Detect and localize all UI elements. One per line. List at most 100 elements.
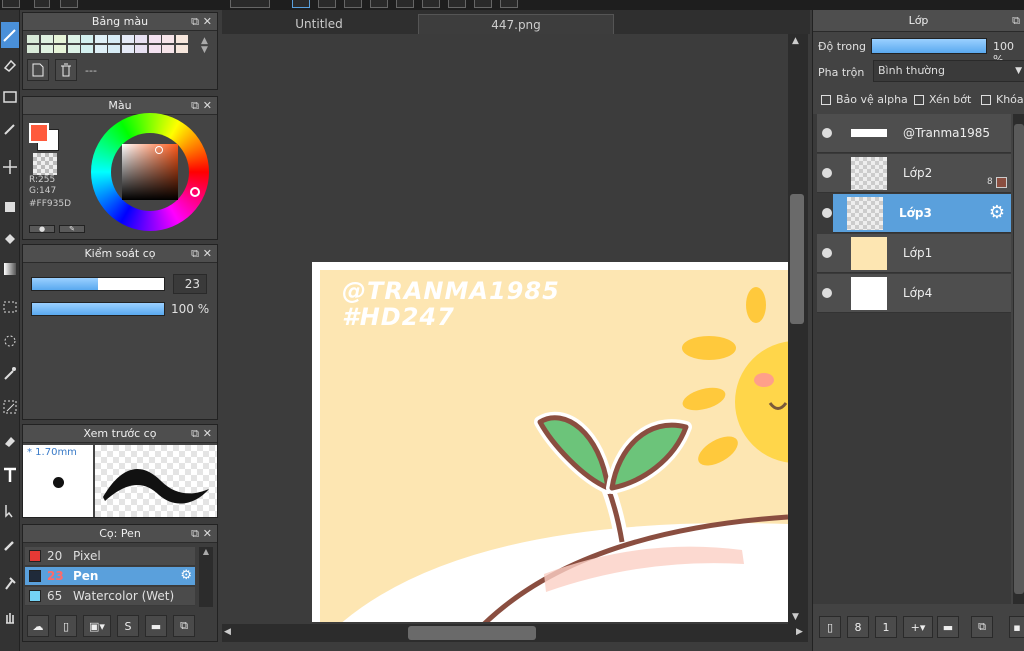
color-mode-button[interactable]: ✎ [59, 225, 85, 233]
select-eraser-icon[interactable] [1, 428, 19, 454]
brush-menu-icon[interactable]: ▣▾ [83, 615, 111, 637]
visibility-eye-icon[interactable] [822, 208, 832, 218]
brush-item[interactable]: 20 Pixel [25, 547, 195, 566]
brush-script-icon[interactable]: S [117, 615, 139, 637]
visibility-eye-icon[interactable] [822, 168, 832, 178]
text-tool-icon[interactable] [1, 462, 19, 488]
close-icon[interactable]: ✕ [203, 245, 212, 263]
saturation-value-square[interactable] [122, 144, 178, 200]
new-palette-icon[interactable] [27, 59, 49, 81]
select-rect-icon[interactable] [1, 294, 19, 320]
layer-opacity-slider[interactable] [871, 38, 987, 54]
palette-swatch[interactable] [148, 35, 161, 43]
new-brush-icon[interactable]: ▯ [55, 615, 77, 637]
visibility-eye-icon[interactable] [822, 288, 832, 298]
scroll-up-icon[interactable]: ▲ [792, 36, 799, 46]
foreground-color-swatch[interactable] [29, 123, 49, 143]
toolbar-button[interactable] [474, 0, 492, 8]
move-tool-icon[interactable] [1, 154, 19, 180]
layer-scroll-thumb[interactable] [1014, 124, 1024, 594]
tab-untitled[interactable]: Untitled [224, 14, 414, 34]
layer-row[interactable]: Lớp1 [817, 234, 1011, 273]
palette-swatch[interactable] [162, 35, 174, 43]
toolbar-button[interactable] [60, 0, 78, 8]
select-pen-icon[interactable] [1, 394, 19, 420]
visibility-eye-icon[interactable] [822, 128, 832, 138]
protect-alpha-checkbox[interactable]: Bảo vệ alpha [821, 93, 908, 106]
delete-palette-icon[interactable] [55, 59, 77, 81]
popout-icon[interactable]: ⧉ [191, 525, 199, 543]
scroll-down-icon[interactable]: ▼ [792, 612, 799, 622]
canvas-vertical-scrollbar[interactable]: ▲ ▼ [788, 34, 808, 624]
hue-picker-handle[interactable] [190, 187, 200, 197]
palette-swatch[interactable] [148, 45, 161, 53]
lasso-tool-icon[interactable] [1, 328, 19, 354]
folder-icon[interactable]: ▬ [937, 616, 959, 638]
eyedropper-icon[interactable] [1, 532, 19, 558]
palette-swatch[interactable] [27, 45, 39, 53]
palette-swatch[interactable] [67, 45, 80, 53]
brush-size-value[interactable]: 23 [173, 274, 207, 294]
palette-swatch[interactable] [175, 35, 188, 43]
close-icon[interactable]: ✕ [203, 97, 212, 115]
popout-icon[interactable]: ⧉ [191, 245, 199, 263]
pen-tool-icon[interactable] [1, 22, 19, 48]
rectangle-tool-icon[interactable] [1, 84, 19, 110]
palette-swatch[interactable] [121, 35, 134, 43]
layer-list-scrollbar[interactable] [1013, 114, 1024, 604]
toolbar-button[interactable] [500, 0, 518, 8]
gradient-tool-icon[interactable] [1, 256, 19, 282]
color-mode-button[interactable]: ● [29, 225, 55, 233]
toolbar-button[interactable] [318, 0, 336, 8]
palette-swatch[interactable] [27, 35, 39, 43]
close-icon[interactable]: ✕ [203, 13, 212, 31]
brush-tool-icon[interactable] [1, 116, 19, 142]
palette-swatch[interactable] [162, 45, 174, 53]
layer-more-icon[interactable]: ▪ [1009, 616, 1024, 638]
popout-icon[interactable]: ⧉ [191, 425, 199, 443]
popout-icon[interactable]: ⧉ [1012, 10, 1020, 32]
eraser-tool-icon[interactable] [1, 52, 19, 78]
palette-swatch[interactable] [135, 35, 147, 43]
sv-picker-handle[interactable] [155, 146, 163, 154]
gear-icon[interactable]: ⚙ [989, 202, 1005, 223]
toolbar-button[interactable] [344, 0, 362, 8]
toolbar-button[interactable] [292, 0, 310, 8]
lock-checkbox[interactable]: Khóa [981, 93, 1024, 106]
toolbar-button[interactable] [2, 0, 20, 8]
new-1bit-layer-icon[interactable]: 1 [875, 616, 897, 638]
popout-icon[interactable]: ⧉ [191, 97, 199, 115]
toolbar-button[interactable] [396, 0, 414, 8]
duplicate-layer-icon[interactable]: ⧉ [971, 616, 993, 638]
operation-tool-icon[interactable] [1, 498, 19, 524]
brush-item-selected[interactable]: 23 Pen ⚙ [25, 567, 195, 586]
toolbar-button[interactable] [448, 0, 466, 8]
palette-swatch[interactable] [94, 35, 107, 43]
brush-size-slider[interactable] [31, 277, 165, 291]
folder-icon[interactable]: ▬ [145, 615, 167, 637]
palette-swatch[interactable] [135, 45, 147, 53]
palette-swatch[interactable] [67, 35, 80, 43]
hex-value[interactable]: #FF935D [29, 199, 71, 209]
add-layer-menu-icon[interactable]: +▾ [903, 616, 933, 638]
hammer-tool-icon[interactable] [1, 570, 19, 596]
canvas-workspace[interactable]: @TRANMA1985 #HD247 [222, 34, 788, 622]
layer-row[interactable]: Lớp2 8 [817, 154, 1011, 193]
close-icon[interactable]: ✕ [203, 425, 212, 443]
brush-list-scrollbar[interactable]: ▲ [199, 547, 213, 607]
toolbar-button[interactable] [34, 0, 50, 8]
brush-opacity-slider[interactable] [31, 302, 165, 316]
palette-swatch[interactable] [121, 45, 134, 53]
brush-download-icon[interactable]: ☁ [27, 615, 49, 637]
new-layer-icon[interactable]: ▯ [819, 616, 841, 638]
layer-row[interactable]: @Tranma1985 [817, 114, 1011, 153]
transparent-color-swatch[interactable] [33, 153, 57, 175]
brush-item[interactable]: 65 Watercolor (Wet) [25, 587, 195, 606]
canvas-horizontal-scrollbar[interactable]: ◀ ▶ [222, 624, 808, 642]
palette-swatch[interactable] [94, 45, 107, 53]
blend-mode-select[interactable]: Bình thường ▼ [873, 60, 1024, 82]
scroll-right-icon[interactable]: ▶ [796, 627, 803, 637]
palette-swatch[interactable] [54, 35, 66, 43]
visibility-eye-icon[interactable] [822, 248, 832, 258]
toolbar-button[interactable] [422, 0, 440, 8]
